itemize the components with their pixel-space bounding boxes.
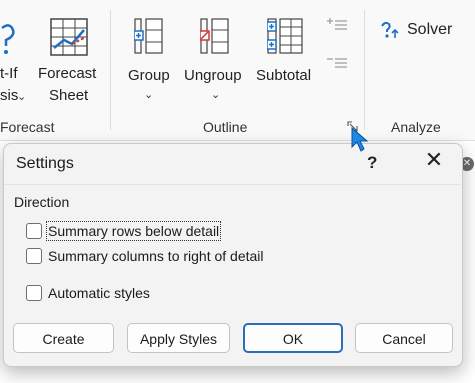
summary-columns-right-option[interactable]: Summary columns to right of detail [26,246,264,266]
summary-columns-right-label: Summary columns to right of detail [48,248,264,264]
forecast-group-label: Forecast [0,119,55,135]
group-button[interactable]: Group ⌄ [122,0,178,110]
mouse-cursor-icon [351,127,369,152]
forecast-sheet-label-2: Sheet [49,87,89,104]
what-if-icon [1,24,15,54]
automatic-styles-option[interactable]: Automatic styles [26,283,150,303]
solver-button[interactable]: Solver [378,18,458,42]
ungroup-label: Ungroup [184,67,242,84]
settings-dialog: Settings ? ✕ Direction Summary rows belo… [3,143,463,367]
cancel-button[interactable]: Cancel [355,323,453,353]
summary-rows-below-checkbox[interactable] [26,223,42,239]
chevron-down-icon: ⌄ [144,89,154,101]
group-icon [134,18,163,54]
subtotal-label: Subtotal [256,67,312,84]
close-icon[interactable]: ✕ [422,149,446,173]
group-separator [364,10,365,130]
help-icon[interactable]: ? [367,153,377,173]
forecast-sheet-icon [50,18,88,56]
dialog-title: Settings [16,155,74,172]
group-separator [110,10,111,130]
summary-rows-below-label: Summary rows below detail [45,221,222,241]
what-if-label-1: t-If [0,65,18,82]
outline-group-label: Outline [203,119,248,135]
ok-button[interactable]: OK [243,323,343,353]
what-if-analysis-button[interactable]: t-If sis ⌄ [0,0,36,115]
chevron-down-icon: ⌄ [17,91,27,103]
subtotal-button[interactable]: Subtotal [255,0,319,110]
forecast-sheet-label-1: Forecast [38,65,97,82]
group-label: Group [128,67,170,84]
direction-section-label: Direction [14,194,70,210]
chevron-down-icon: ⌄ [211,89,221,101]
divider [5,184,461,185]
subtotal-icon [267,18,303,54]
analyze-group-label: Analyze [391,119,441,135]
hide-detail-icon[interactable] [326,56,348,70]
create-button[interactable]: Create [13,323,114,353]
ribbon: t-If sis ⌄ Forecast Sheet Forecast Group… [0,0,475,141]
summary-columns-right-checkbox[interactable] [26,248,42,264]
automatic-styles-checkbox[interactable] [26,285,42,301]
summary-rows-below-option[interactable]: Summary rows below detail [26,221,222,241]
ungroup-icon [200,18,229,54]
solver-icon [381,21,399,38]
apply-styles-button[interactable]: Apply Styles [127,323,230,353]
forecast-sheet-button[interactable]: Forecast Sheet [36,0,102,115]
what-if-label-2: sis [0,87,19,104]
solver-label: Solver [407,21,453,38]
show-detail-icon[interactable] [326,18,348,32]
ungroup-button[interactable]: Ungroup ⌄ [182,0,252,110]
automatic-styles-label: Automatic styles [48,285,150,301]
